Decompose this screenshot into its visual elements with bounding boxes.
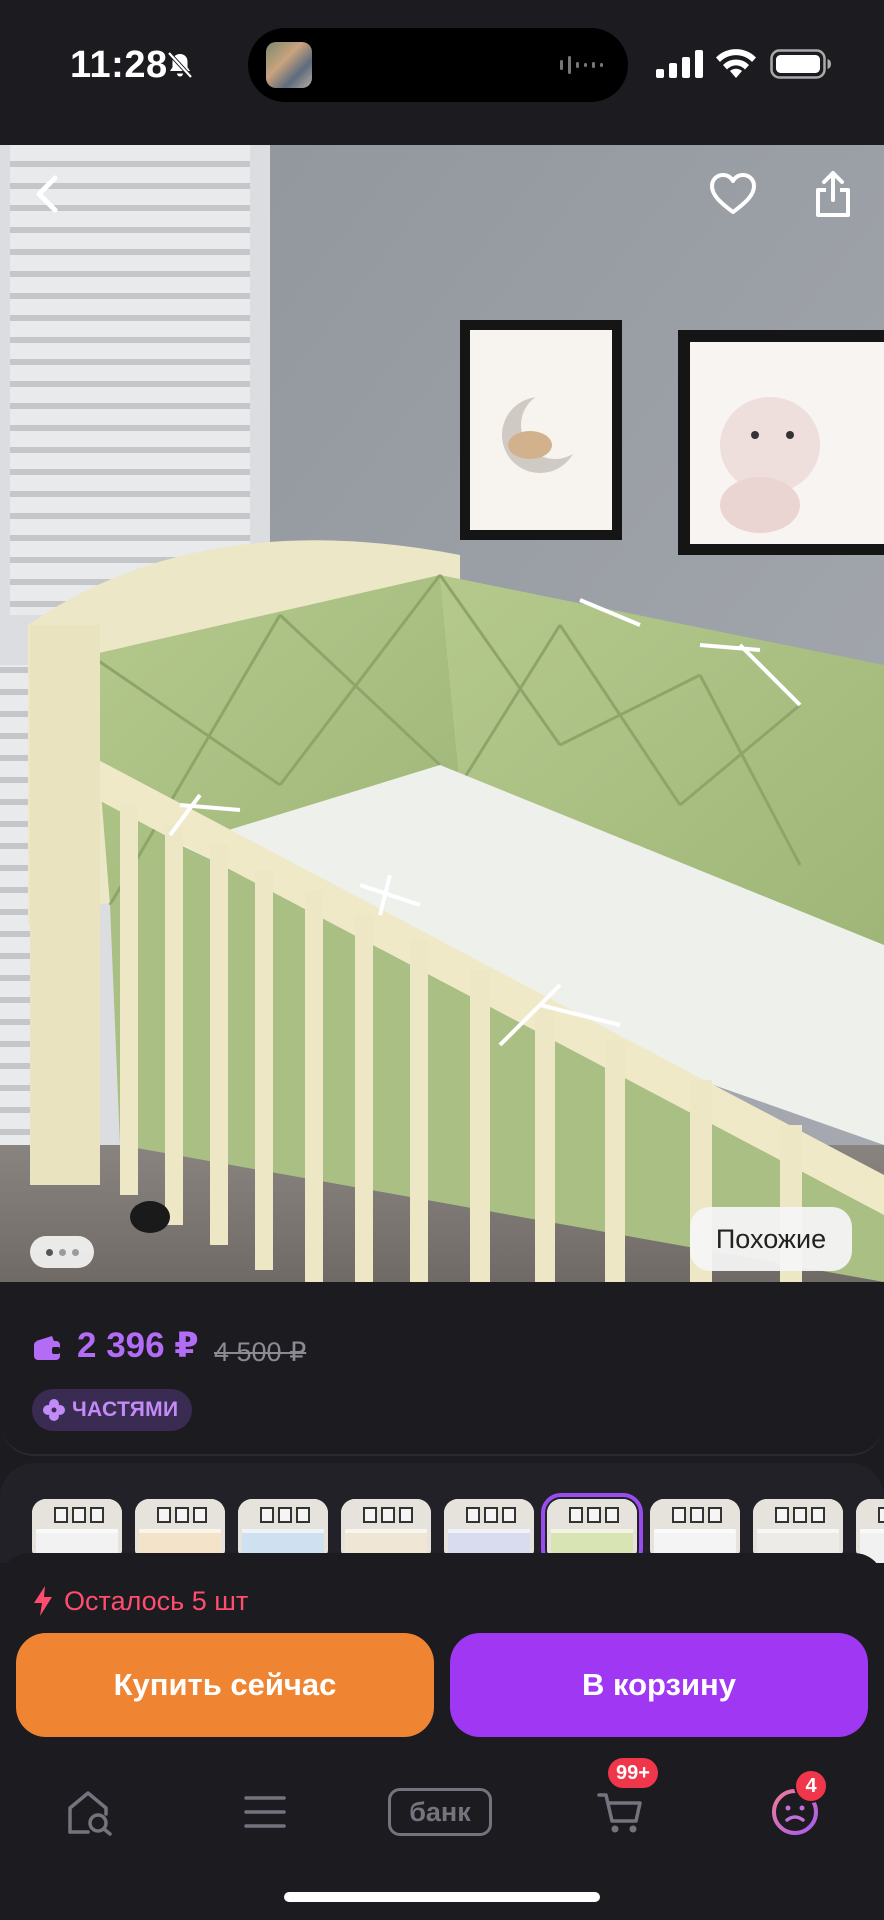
crib-photo bbox=[0, 145, 884, 1282]
home-search-icon bbox=[68, 1791, 112, 1836]
bell-slash-icon bbox=[167, 51, 193, 79]
gallery-dot bbox=[45, 1248, 53, 1256]
installments-badge[interactable]: ЧАСТЯМИ bbox=[32, 1389, 193, 1431]
signal-icon bbox=[656, 50, 703, 78]
home-indicator[interactable] bbox=[284, 1892, 600, 1902]
heart-icon bbox=[710, 173, 756, 214]
stock-info: Осталось 5 шт bbox=[32, 1585, 248, 1617]
cart-icon bbox=[597, 1793, 642, 1833]
wallet-icon bbox=[34, 1336, 60, 1360]
share-icon bbox=[816, 171, 850, 217]
nav-bank[interactable]: банк bbox=[385, 1767, 495, 1857]
old-price: 4 500 ₽ bbox=[214, 1337, 307, 1367]
similar-button[interactable]: Похожие bbox=[690, 1207, 852, 1271]
back-button[interactable] bbox=[14, 159, 84, 229]
variant-strip bbox=[0, 1463, 884, 1563]
now-playing-thumbnail bbox=[266, 42, 312, 88]
dynamic-island bbox=[248, 28, 628, 102]
nav-home[interactable] bbox=[55, 1767, 125, 1857]
gallery-dot bbox=[58, 1248, 66, 1256]
catalog-icon bbox=[244, 1796, 286, 1828]
clover-icon bbox=[43, 1399, 65, 1421]
back-arrow-icon bbox=[36, 175, 58, 213]
wifi-icon bbox=[716, 49, 756, 78]
bottom-nav: банк bbox=[0, 1767, 884, 1857]
price-card: 2 396 ₽ 4 500 ₽ ЧАСТЯМИ bbox=[0, 1282, 884, 1456]
battery-icon bbox=[770, 49, 831, 79]
share-button[interactable] bbox=[798, 159, 868, 229]
favorite-button[interactable] bbox=[698, 159, 768, 229]
audio-wave-icon bbox=[560, 56, 603, 74]
nav-catalog[interactable] bbox=[230, 1767, 300, 1857]
stock-text: Осталось 5 шт bbox=[64, 1585, 249, 1616]
cart-count-badge: 99+ bbox=[606, 1756, 660, 1790]
product-photo[interactable]: Похожие bbox=[0, 145, 884, 1282]
gallery-dot bbox=[71, 1248, 79, 1256]
buy-now-button[interactable]: Купить сейчас bbox=[16, 1633, 434, 1737]
bank-icon: банк bbox=[388, 1788, 492, 1836]
status-bar: 11:28 bbox=[0, 0, 884, 145]
bottom-panel: Осталось 5 шт Купить сейчас В корзину ба… bbox=[0, 1553, 884, 1920]
gallery-pagination bbox=[30, 1236, 94, 1268]
installments-label: ЧАСТЯМИ bbox=[72, 1398, 179, 1421]
lightning-icon bbox=[34, 1586, 52, 1616]
bank-label: банк bbox=[409, 1796, 471, 1827]
current-price: 2 396 ₽ bbox=[77, 1326, 199, 1365]
profile-notification-badge: 4 bbox=[794, 1769, 828, 1803]
add-to-cart-button[interactable]: В корзину bbox=[450, 1633, 868, 1737]
status-time: 11:28 bbox=[70, 44, 168, 86]
